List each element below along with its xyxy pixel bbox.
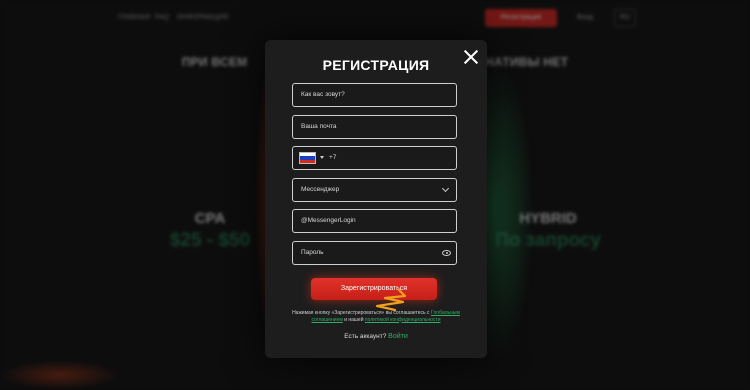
messenger-select[interactable]: Мессенджер xyxy=(292,178,457,202)
registration-modal: РЕГИСТРАЦИЯ Как вас зовут? Ваша почта +7… xyxy=(265,40,487,358)
name-placeholder: Как вас зовут? xyxy=(301,91,345,98)
email-placeholder: Ваша почта xyxy=(301,123,337,130)
signin-row: Есть аккаунт? Войти xyxy=(265,333,487,340)
nav-link-info[interactable]: Информация xyxy=(177,14,228,21)
russia-flag-icon[interactable] xyxy=(299,152,316,164)
plan-card-cpa: CPA $25 - $50 xyxy=(160,210,260,252)
eye-icon[interactable] xyxy=(442,250,451,256)
signin-link[interactable]: Войти xyxy=(388,333,408,340)
privacy-policy-link[interactable]: политикой конфиденциальности xyxy=(365,317,441,323)
background-heading-left: ПРИ ВСЕМ xyxy=(181,55,248,69)
signin-text: Есть аккаунт? xyxy=(344,333,387,340)
country-caret-icon[interactable] xyxy=(320,156,324,159)
nav-login-button[interactable]: Вход xyxy=(566,9,604,27)
plan-name: CPA xyxy=(194,210,226,227)
consent-text: Нажимая кнопку «Зарегистрироваться» вы с… xyxy=(283,310,469,323)
plan-price: $25 - $50 xyxy=(169,230,251,251)
password-input[interactable]: Пароль xyxy=(292,241,457,265)
phone-code: +7 xyxy=(329,154,337,161)
messenger-login-input[interactable]: @MessengerLogin xyxy=(292,209,457,233)
password-placeholder: Пароль xyxy=(301,249,324,256)
email-input[interactable]: Ваша почта xyxy=(292,115,457,139)
messenger-login-placeholder: @MessengerLogin xyxy=(301,217,356,224)
bottom-glow-decoration xyxy=(0,360,120,390)
nav-register-button[interactable]: Регистрация xyxy=(485,9,557,27)
chevron-down-icon[interactable] xyxy=(441,184,450,193)
nav-link-faq[interactable]: FAQ xyxy=(155,14,169,21)
close-icon[interactable] xyxy=(463,49,479,65)
consent-text-2: и нашей xyxy=(344,316,364,323)
phone-input[interactable]: +7 xyxy=(292,146,457,170)
nav-link-home[interactable]: Главная xyxy=(118,14,150,21)
top-navigation: Главная FAQ Информация Регистрация Вход … xyxy=(0,8,750,30)
consent-text-1: Нажимая кнопку «Зарегистрироваться» вы с… xyxy=(292,310,430,316)
messenger-select-value: Мессенджер xyxy=(301,186,340,193)
modal-title: РЕГИСТРАЦИЯ xyxy=(322,57,430,73)
name-input[interactable]: Как вас зовут? xyxy=(292,83,457,107)
language-selector[interactable]: RU xyxy=(614,9,636,27)
